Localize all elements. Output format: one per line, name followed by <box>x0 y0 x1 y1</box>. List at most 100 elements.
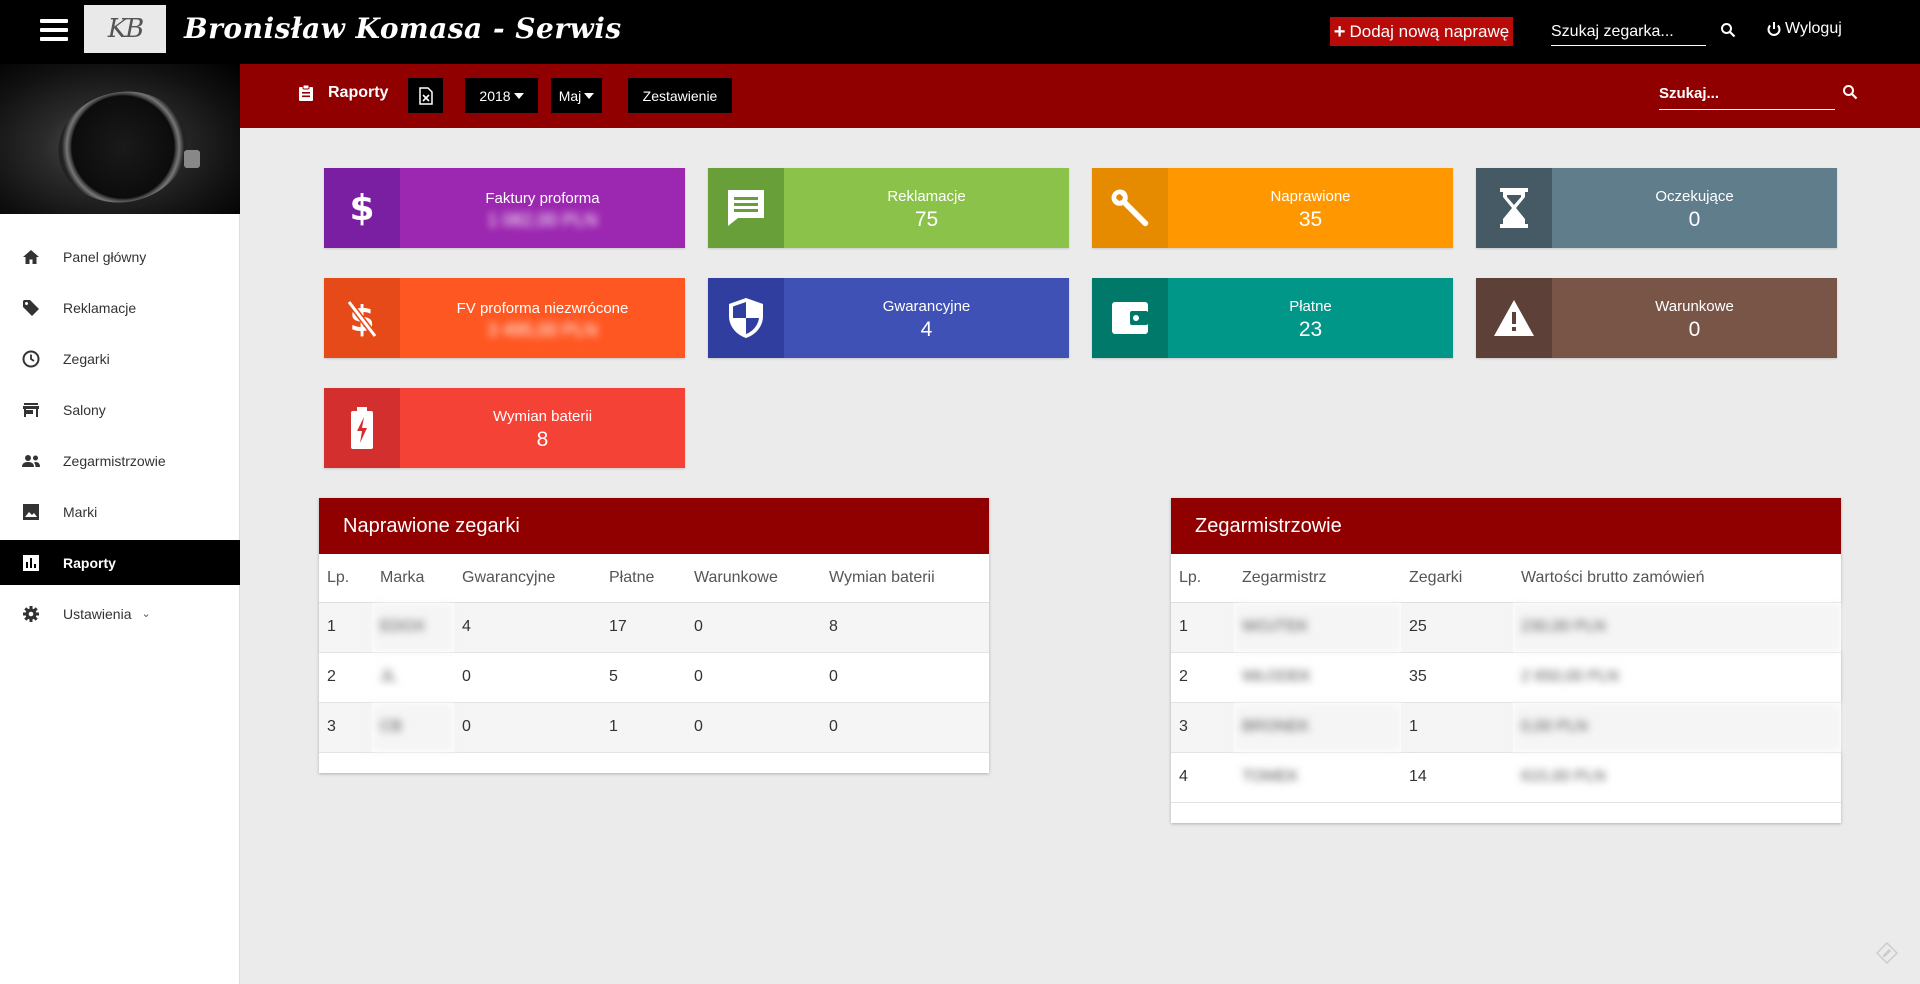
table-cell: 35 <box>1401 652 1513 703</box>
card-warranty[interactable]: Gwarancyjne 4 <box>708 278 1069 358</box>
card-value: 3 495,00 PLN <box>487 319 598 340</box>
add-repair-button[interactable]: + Dodaj nową naprawę <box>1330 17 1513 46</box>
card-value: 23 <box>1298 318 1323 341</box>
warning-icon <box>1476 278 1552 358</box>
card-battery-replacement[interactable]: Wymian baterii 8 <box>324 388 685 468</box>
month-dropdown[interactable]: Maj <box>551 78 602 113</box>
table-cell: BRONEK <box>1234 702 1401 753</box>
sidebar-item-reklamacje[interactable]: Reklamacje <box>0 285 240 330</box>
reports-toolbar: Raporty 2018 Maj Zestawienie <box>240 64 1920 128</box>
logout-button[interactable]: Wyloguj <box>1766 20 1842 38</box>
card-title: FV proforma niezwrócone <box>456 299 629 317</box>
panel-title: Naprawione zegarki <box>319 498 989 554</box>
gear-icon <box>21 604 41 624</box>
column-header[interactable]: Zegarmistrz <box>1234 554 1401 603</box>
card-title: Faktury proforma <box>485 189 600 207</box>
sidebar-item-label: Panel główny <box>63 248 147 265</box>
summary-button[interactable]: Zestawienie <box>628 78 732 113</box>
plus-icon: + <box>1333 20 1346 43</box>
column-header[interactable]: Zegarki <box>1401 554 1513 603</box>
table-cell: 17 <box>601 602 686 653</box>
wallet-icon <box>1092 278 1168 358</box>
card-proforma-invoices[interactable]: $ Faktury proforma 1 082,00 PLN <box>324 168 685 248</box>
table-cell: 1 <box>319 602 372 653</box>
sidebar-item-panel[interactable]: Panel główny <box>0 234 240 279</box>
menu-icon[interactable] <box>40 19 68 43</box>
table-cell: 25 <box>1401 602 1513 653</box>
column-header[interactable]: Płatne <box>601 554 686 603</box>
sidebar-nav: Panel główny Reklamacje Zegarki Salony Z… <box>0 234 240 642</box>
logo: KB <box>84 5 166 53</box>
watch-search-input[interactable] <box>1551 18 1706 46</box>
sidebar-item-label: Ustawienia <box>63 605 132 622</box>
dollar-icon: $ <box>324 168 400 248</box>
card-value: 0 <box>1688 208 1701 231</box>
repaired-watches-table: Lp. Marka Gwarancyjne Płatne Warunkowe W… <box>319 554 989 753</box>
table-cell: 0 <box>821 702 989 753</box>
top-navbar: KB Bronisław Komasa - Serwis + Dodaj now… <box>0 0 1920 64</box>
column-header[interactable]: Marka <box>372 554 454 603</box>
clock-icon <box>21 349 41 369</box>
feedback-icon[interactable] <box>1876 942 1898 964</box>
card-complaints[interactable]: Reklamacje 75 <box>708 168 1069 248</box>
sidebar-item-salony[interactable]: Salony <box>0 387 240 432</box>
table-cell: WOJTEK <box>1234 602 1401 653</box>
table-row: 3 BRONEK 1 0,00 PLN <box>1171 702 1841 753</box>
logout-label: Wyloguj <box>1785 20 1842 37</box>
sidebar-item-label: Reklamacje <box>63 299 137 316</box>
table-cell: 1 <box>1171 602 1234 653</box>
message-icon <box>708 168 784 248</box>
column-header[interactable]: Lp. <box>319 554 372 603</box>
table-cell: 0 <box>686 602 821 653</box>
sidebar-item-label: Zegarmistrzowie <box>63 452 166 469</box>
image-icon <box>21 502 41 522</box>
excel-export-button[interactable] <box>408 78 443 113</box>
card-conditional[interactable]: Warunkowe 0 <box>1476 278 1837 358</box>
card-title: Gwarancyjne <box>882 298 971 315</box>
column-header[interactable]: Lp. <box>1171 554 1234 603</box>
table-cell: 2 650,00 PLN <box>1513 652 1841 703</box>
card-paid[interactable]: Płatne 23 <box>1092 278 1453 358</box>
tag-icon <box>21 298 41 318</box>
money-off-icon: $ <box>324 278 400 358</box>
card-title: Oczekujące <box>1655 188 1734 205</box>
table-row: 3 CB 0 1 0 0 <box>319 702 989 753</box>
column-header[interactable]: Warunkowe <box>686 554 821 603</box>
card-title: Warunkowe <box>1655 298 1734 315</box>
column-header[interactable]: Wymian baterii <box>821 554 989 603</box>
table-cell: JL <box>372 652 454 703</box>
table-cell: 8 <box>821 602 989 653</box>
reports-search-input[interactable] <box>1659 78 1835 110</box>
column-header[interactable]: Gwarancyjne <box>454 554 601 603</box>
table-header-row: Lp. Zegarmistrz Zegarki Wartości brutto … <box>1171 554 1841 603</box>
brand-title: Bronisław Komasa - Serwis <box>184 12 622 45</box>
card-repaired[interactable]: Naprawione 35 <box>1092 168 1453 248</box>
excel-icon <box>418 86 433 105</box>
sidebar-item-zegarki[interactable]: Zegarki <box>0 336 240 381</box>
sidebar-item-zegarmistrzowie[interactable]: Zegarmistrzowie <box>0 438 240 483</box>
card-value: 1 082,00 PLN <box>487 209 598 230</box>
table-cell: 1 <box>1401 702 1513 753</box>
add-repair-label: Dodaj nową naprawę <box>1349 21 1510 41</box>
sidebar-item-ustawienia[interactable]: Ustawienia ⌄ <box>0 591 240 636</box>
table-cell: 4 <box>1171 752 1234 803</box>
sidebar-item-raporty[interactable]: Raporty <box>0 540 240 585</box>
card-pending[interactable]: Oczekujące 0 <box>1476 168 1837 248</box>
reports-title-label: Raporty <box>328 84 389 101</box>
sidebar: Panel główny Reklamacje Zegarki Salony Z… <box>0 64 240 984</box>
card-title: Reklamacje <box>887 188 966 205</box>
reports-title: Raporty <box>298 84 388 102</box>
search-icon[interactable] <box>1842 84 1858 100</box>
sidebar-item-marki[interactable]: Marki <box>0 489 240 534</box>
sidebar-item-label: Raporty <box>63 554 116 571</box>
table-cell: 2 <box>1171 652 1234 703</box>
card-unreturned-proforma[interactable]: $ FV proforma niezwrócone 3 495,00 PLN <box>324 278 685 358</box>
shield-icon <box>708 278 784 358</box>
sidebar-item-label: Zegarki <box>63 350 110 367</box>
column-header[interactable]: Wartości brutto zamówień <box>1513 554 1841 603</box>
chart-icon <box>21 553 41 573</box>
store-icon <box>21 400 41 420</box>
year-dropdown[interactable]: 2018 <box>465 78 538 113</box>
table-cell: WŁODEK <box>1234 652 1401 703</box>
search-icon[interactable] <box>1720 22 1736 38</box>
